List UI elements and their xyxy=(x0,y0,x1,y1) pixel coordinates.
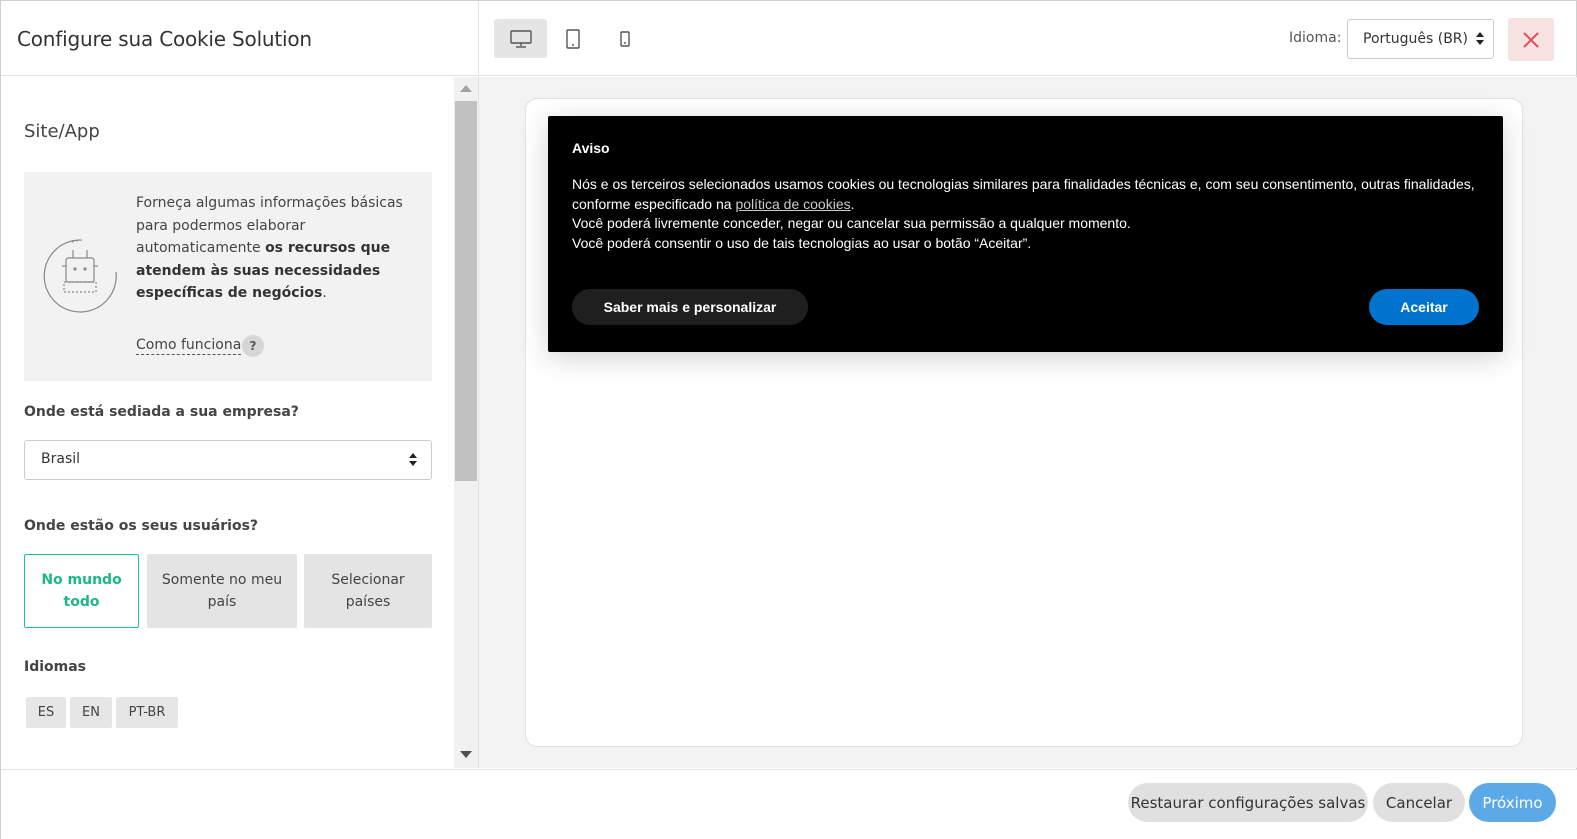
select-arrows-icon xyxy=(409,453,417,467)
preview-frame: Aviso Nós e os terceiros selecionados us… xyxy=(525,98,1523,747)
mobile-view-button[interactable] xyxy=(598,19,651,58)
sidebar-scrollbar[interactable] xyxy=(454,77,478,768)
languages-label: Idiomas xyxy=(24,659,87,675)
option-select-countries[interactable]: Selecionar países xyxy=(304,554,432,628)
company-location-label: Onde está sediada a sua empresa? xyxy=(24,404,299,420)
language-select-value: Português (BR) xyxy=(1363,31,1468,47)
dialog-header: Configure sua Cookie Solution xyxy=(1,1,479,76)
scroll-up-icon[interactable] xyxy=(460,85,472,92)
preview-area: Aviso Nós e os terceiros selecionados us… xyxy=(479,77,1577,768)
banner-line-1: Nós e os terceiros selecionados usamos c… xyxy=(572,176,1475,212)
close-button[interactable] xyxy=(1508,18,1554,61)
preview-toolbar: Idioma: Português (BR) xyxy=(479,1,1577,76)
language-chip-en[interactable]: EN xyxy=(70,697,112,728)
cookie-solution-dialog: Configure sua Cookie Solution Site/App F… xyxy=(0,0,1577,839)
dialog-footer: Restaurar configurações salvas Cancelar … xyxy=(1,769,1577,839)
restore-settings-button[interactable]: Restaurar configurações salvas xyxy=(1128,783,1368,822)
dialog-title: Configure sua Cookie Solution xyxy=(17,27,312,51)
option-my-country[interactable]: Somente no meu país xyxy=(147,554,297,628)
scroll-down-icon[interactable] xyxy=(460,751,472,758)
cancel-button[interactable]: Cancelar xyxy=(1373,783,1465,822)
settings-panel: Site/App Forneça algumas informações bás… xyxy=(1,77,479,768)
language-chip-pt-br[interactable]: PT-BR xyxy=(116,697,178,728)
mobile-icon xyxy=(619,30,630,47)
desktop-view-button[interactable] xyxy=(494,19,547,58)
how-it-works-link[interactable]: Como funciona xyxy=(136,336,242,355)
banner-line-2: Você poderá livremente conceder, negar o… xyxy=(572,215,1131,231)
info-box: Forneça algumas informações básicas para… xyxy=(24,172,432,381)
help-icon[interactable]: ? xyxy=(242,335,264,357)
users-location-label: Onde estão os seus usuários? xyxy=(24,518,259,534)
banner-line-3: Você poderá consentir o uso de tais tecn… xyxy=(572,234,1032,251)
banner-text: Nós e os terceiros selecionados usamos c… xyxy=(572,175,1482,253)
close-icon xyxy=(1523,31,1539,48)
language-label: Idioma: xyxy=(1289,30,1342,46)
banner-title: Aviso xyxy=(572,140,610,156)
learn-more-button[interactable]: Saber mais e personalizar xyxy=(572,289,808,325)
select-arrows-icon xyxy=(1476,32,1484,46)
next-button[interactable]: Próximo xyxy=(1469,783,1556,822)
scroll-thumb[interactable] xyxy=(455,101,477,481)
accept-button[interactable]: Aceitar xyxy=(1369,289,1479,325)
language-chip-es[interactable]: ES xyxy=(26,697,66,728)
info-text: Forneça algumas informações básicas para… xyxy=(136,195,403,301)
language-select[interactable]: Português (BR) xyxy=(1347,19,1494,59)
desktop-icon xyxy=(509,29,532,48)
robot-icon xyxy=(43,239,117,313)
tablet-icon xyxy=(565,28,580,49)
tablet-view-button[interactable] xyxy=(546,19,599,58)
company-country-select[interactable]: Brasil xyxy=(24,440,432,480)
cookie-policy-link[interactable]: política de cookies xyxy=(735,196,850,212)
banner-line-1-end: . xyxy=(850,195,855,212)
option-worldwide[interactable]: No mundo todo xyxy=(24,554,139,628)
cookie-banner: Aviso Nós e os terceiros selecionados us… xyxy=(548,116,1503,352)
company-country-value: Brasil xyxy=(41,451,81,467)
section-title: Site/App xyxy=(24,121,100,142)
